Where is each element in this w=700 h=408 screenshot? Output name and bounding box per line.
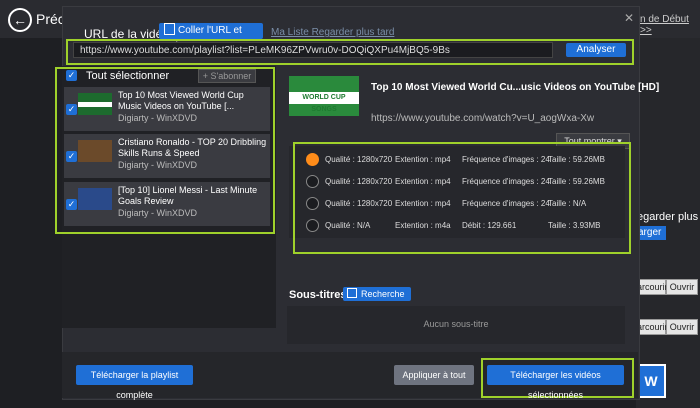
format-size: Taille : 3.93MB [548, 221, 601, 230]
open-button-1[interactable]: Ouvrir [666, 279, 698, 295]
select-all-label: Tout sélectionner [86, 70, 170, 82]
browse-button-2[interactable]: arcourir [636, 319, 668, 335]
clipboard-icon [164, 23, 175, 35]
select-all-checkbox[interactable]: ✓ [66, 70, 77, 81]
format-row[interactable]: Qualité : 1280x720 Extention : mp4 Fréqu… [295, 150, 627, 172]
format-radio[interactable] [306, 153, 319, 166]
download-selected-button[interactable]: Télécharger les vidéos sélectionnées [487, 365, 624, 400]
subtitles-label: Sous-titres [289, 289, 347, 301]
format-row[interactable]: Qualité : 1280x720 Extention : mp4 Fréqu… [295, 172, 627, 194]
detail-thumbnail: WORLD CUP SONGS [289, 76, 359, 116]
format-row[interactable]: Qualité : N/A Extention : m4a Débit : 12… [295, 216, 627, 238]
analyse-button[interactable]: Analyser [566, 43, 626, 57]
video-url: https://www.youtube.com/watch?v=U_aogWxa… [371, 113, 595, 124]
format-size: Taille : 59.26MB [548, 155, 605, 164]
playlist-item[interactable]: ✓ [Top 10] Lionel Messi - Last Minute Go… [64, 182, 270, 226]
help-link[interactable]: n de Début >> [640, 14, 700, 36]
apply-all-button[interactable]: Appliquer à tout [394, 365, 474, 385]
format-ext: Extention : mp4 [395, 177, 451, 186]
format-quality: Qualité : N/A [325, 221, 371, 230]
no-subtitles-text: Aucun sous-titre [423, 319, 489, 329]
format-row[interactable]: Qualité : 1280x720 Extention : mp4 Fréqu… [295, 194, 627, 216]
item-channel: Digiarty - WinXDVD [118, 113, 198, 123]
background-panel [636, 38, 700, 408]
url-input[interactable]: https://www.youtube.com/playlist?list=PL… [73, 42, 553, 58]
item-channel: Digiarty - WinXDVD [118, 160, 198, 170]
format-list: Qualité : 1280x720 Extention : mp4 Fréqu… [295, 150, 627, 246]
format-rate: Fréquence d'images : 24 [462, 177, 550, 186]
close-icon[interactable]: ✕ [624, 11, 634, 25]
item-title: [Top 10] Lionel Messi - Last Minute Goal… [118, 185, 258, 206]
format-ext: Extention : mp4 [395, 155, 451, 164]
background-blue-button[interactable]: arger [636, 226, 666, 240]
video-thumbnail [78, 93, 112, 115]
subtitle-search-button[interactable]: Recherche [343, 287, 411, 301]
browse-button-1[interactable]: arcourir [636, 279, 668, 295]
format-radio[interactable] [306, 197, 319, 210]
item-checkbox[interactable]: ✓ [66, 199, 77, 210]
video-thumbnail [78, 188, 112, 210]
item-title: Top 10 Most Viewed World Cup Music Video… [118, 90, 244, 111]
subtitles-list: Aucun sous-titre [287, 306, 625, 344]
format-rate: Fréquence d'images : 24 [462, 199, 550, 208]
format-size: Taille : N/A [548, 199, 587, 208]
item-channel: Digiarty - WinXDVD [118, 208, 198, 218]
format-radio[interactable] [306, 175, 319, 188]
item-title: Cristiano Ronaldo - TOP 20 Dribbling Ski… [118, 137, 267, 158]
format-quality: Qualité : 1280x720 [325, 155, 393, 164]
format-quality: Qualité : 1280x720 [325, 199, 393, 208]
item-checkbox[interactable]: ✓ [66, 151, 77, 162]
paste-analyse-button[interactable]: Coller l'URL et analyser [159, 23, 263, 52]
watch-later-link[interactable]: Ma Liste Regarder plus tard [271, 27, 394, 38]
format-ext: Extention : m4a [395, 221, 451, 230]
background-download-title: egarder plus ta [637, 211, 700, 223]
search-icon [347, 288, 357, 298]
format-ext: Extention : mp4 [395, 199, 451, 208]
video-thumbnail [78, 140, 112, 162]
format-quality: Qualité : 1280x720 [325, 177, 393, 186]
background-run-icon[interactable]: W [636, 364, 666, 398]
subscribe-button[interactable]: + S'abonner [198, 69, 256, 83]
format-rate: Débit : 129.661 [462, 221, 517, 230]
thumbnail-text: WORLD CUP SONGS [289, 92, 359, 113]
open-button-2[interactable]: Ouvrir [666, 319, 698, 335]
playlist-item[interactable]: ✓ Cristiano Ronaldo - TOP 20 Dribbling S… [64, 134, 270, 178]
back-arrow-icon[interactable]: ← [8, 8, 32, 32]
format-size: Taille : 59.26MB [548, 177, 605, 186]
playlist-item[interactable]: ✓ Top 10 Most Viewed World Cup Music Vid… [64, 87, 270, 131]
search-label: Recherche [361, 289, 405, 299]
format-rate: Fréquence d'images : 24 [462, 155, 550, 164]
download-playlist-button[interactable]: Télécharger la playlist complète [76, 365, 193, 400]
format-radio[interactable] [306, 219, 319, 232]
video-title: Top 10 Most Viewed World Cu...usic Video… [371, 82, 660, 93]
item-checkbox[interactable]: ✓ [66, 104, 77, 115]
